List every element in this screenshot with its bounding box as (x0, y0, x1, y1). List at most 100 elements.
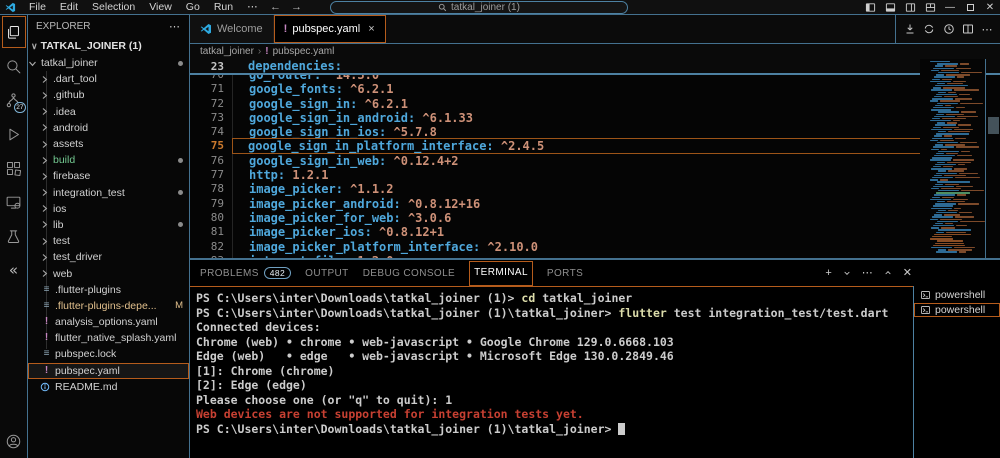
minimap-row (925, 87, 985, 88)
tree-item-ios[interactable]: ios (28, 201, 189, 217)
workspace-section[interactable]: ∨ TATKAL_JOINER (1) (28, 37, 189, 55)
restore-button[interactable] (960, 0, 980, 14)
terminal-dropdown-icon[interactable] (843, 269, 851, 277)
menu-go[interactable]: Go (179, 0, 207, 14)
tree-item-.dart_tool[interactable]: .dart_tool (28, 71, 189, 87)
tree-item-tatkal_joiner[interactable]: tatkal_joiner (28, 55, 189, 71)
tree-item-web[interactable]: web (28, 265, 189, 281)
explorer-sidebar: EXPLORER ⋯ ∨ TATKAL_JOINER (1) tatkal_jo… (28, 15, 190, 458)
more-actions-icon[interactable]: ⋯ (982, 23, 993, 36)
menu-view[interactable]: View (142, 0, 179, 14)
breadcrumb-folder[interactable]: tatkal_joiner (200, 46, 254, 57)
tree-item-integration_test[interactable]: integration_test (28, 185, 189, 201)
code-line-81[interactable]: 81image_picker_ios: ^0.8.12+1 (190, 225, 1000, 239)
activity-remote-explorer-icon[interactable] (0, 185, 28, 219)
sticky-scroll-line[interactable]: 23 dependencies: (190, 59, 1000, 75)
tree-item-.github[interactable]: .github (28, 87, 189, 103)
sticky-line-text: dependencies: (224, 59, 342, 73)
panel-tab-terminal[interactable]: TERMINAL (469, 261, 533, 286)
code-line-76[interactable]: 76google_sign_in_web: ^0.12.4+2 (190, 154, 1000, 168)
editor-tab-welcome[interactable]: Welcome (190, 15, 274, 43)
tree-item-flutter_native_splash.yaml[interactable]: !flutter_native_splash.yaml (28, 330, 189, 346)
tree-item-.flutter-plugins-depe...[interactable]: ≡.flutter-plugins-depe...M (28, 298, 189, 314)
tree-item-pubspec.yaml[interactable]: !pubspec.yaml (28, 363, 189, 379)
activity-extensions-icon[interactable] (0, 151, 28, 185)
panel-tab-debug-console[interactable]: DEBUG CONSOLE (363, 261, 455, 286)
tree-item-test_driver[interactable]: test_driver (28, 249, 189, 265)
maximize-panel-icon[interactable] (884, 269, 892, 277)
sidebar-more-actions-icon[interactable]: ⋯ (169, 20, 181, 33)
editor-tab-pubspec-yaml[interactable]: !pubspec.yaml× (274, 15, 386, 43)
minimap-row (925, 105, 985, 106)
editor-content[interactable]: 23 dependencies: 70go_router: ^14.3.071g… (190, 59, 1000, 258)
panel-tab-output[interactable]: OUTPUT (305, 261, 349, 286)
activity-run-debug-icon[interactable] (0, 117, 28, 151)
code-line-78[interactable]: 78image_picker: ^1.1.2 (190, 182, 1000, 196)
minimap-row (925, 140, 985, 141)
command-center-search[interactable]: tatkal_joiner (1) (330, 1, 628, 14)
tree-item-label: assets (51, 138, 183, 150)
activity-testing-icon[interactable] (0, 219, 28, 253)
breadcrumb-file[interactable]: pubspec.yaml (273, 46, 335, 57)
close-tab-icon[interactable]: × (368, 23, 374, 35)
tree-item-pubspec.lock[interactable]: ≡pubspec.lock (28, 346, 189, 362)
tree-item-firebase[interactable]: firebase (28, 168, 189, 184)
activity-account-icon[interactable] (0, 424, 28, 458)
terminal-instance-2[interactable]: powershell (914, 303, 1000, 318)
code-line-77[interactable]: 77http: 1.2.1 (190, 168, 1000, 182)
run-file-icon[interactable] (904, 23, 916, 35)
layout-secondary-sidebar-icon[interactable] (900, 0, 920, 14)
menu-edit[interactable]: Edit (53, 0, 85, 14)
tree-item-lib[interactable]: lib (28, 217, 189, 233)
split-editor-icon[interactable] (962, 23, 974, 35)
code-line-79[interactable]: 79image_picker_android: ^0.8.12+16 (190, 197, 1000, 211)
tree-item-android[interactable]: android (28, 120, 189, 136)
new-terminal-icon[interactable]: + (825, 267, 831, 279)
terminal-output[interactable]: PS C:\Users\inter\Downloads\tatkal_joine… (190, 286, 913, 458)
activity-source-control-icon[interactable]: 27 (0, 83, 28, 117)
minimize-button[interactable]: — (940, 0, 960, 14)
activity-flutter-icon[interactable]: « (0, 253, 28, 287)
tree-item-build[interactable]: build (28, 152, 189, 168)
close-button[interactable]: ✕ (980, 0, 1000, 14)
customize-layout-icon[interactable] (920, 0, 940, 14)
menu-selection[interactable]: Selection (85, 0, 142, 14)
code-line-72[interactable]: 72google_sign_in: ^6.2.1 (190, 97, 1000, 111)
panel-tabbar: PROBLEMS482 OUTPUT DEBUG CONSOLE TERMINAL PO… (190, 260, 1000, 286)
layout-sidebar-icon[interactable] (860, 0, 880, 14)
tree-item-analysis_options.yaml[interactable]: !analysis_options.yaml (28, 314, 189, 330)
workbench: 27 « EXPLORER ⋯ ∨ TATKAL_JOINER (1) tatka… (0, 15, 1000, 458)
timeline-clock-icon[interactable] (943, 23, 955, 35)
minimap[interactable] (920, 59, 985, 258)
tree-item-test[interactable]: test (28, 233, 189, 249)
code-line-74[interactable]: 74google_sign_in_ios: ^5.7.8 (190, 125, 1000, 139)
code-line-73[interactable]: 73google_sign_in_android: ^6.1.33 (190, 111, 1000, 125)
menu-run[interactable]: Run (207, 0, 240, 14)
sync-icon[interactable] (923, 23, 935, 35)
minimap-row (925, 227, 985, 228)
menu-file[interactable]: File (22, 0, 53, 14)
panel-more-icon[interactable]: ⋯ (862, 267, 873, 279)
panel-tab-ports[interactable]: PORTS (547, 261, 583, 286)
code-line-75[interactable]: 75google_sign_in_platform_interface: ^2.… (190, 139, 1000, 153)
code-line-71[interactable]: 71google_fonts: ^6.2.1 (190, 82, 1000, 96)
terminal-instance-label: powershell (935, 289, 985, 301)
activity-search-icon[interactable] (0, 49, 28, 83)
close-panel-icon[interactable]: ✕ (903, 267, 912, 279)
forward-icon[interactable]: → (291, 0, 302, 14)
tree-item-README.md[interactable]: README.md (28, 379, 189, 395)
code-line-82[interactable]: 82image_picker_platform_interface: ^2.10… (190, 240, 1000, 254)
editor-scrollbar[interactable] (985, 59, 1000, 258)
code-line-80[interactable]: 80image_picker_for_web: ^3.0.6 (190, 211, 1000, 225)
back-icon[interactable]: ← (270, 0, 281, 14)
activity-explorer-icon[interactable] (0, 15, 28, 49)
menu-[interactable]: ⋯ (240, 0, 265, 14)
scrollbar-thumb[interactable] (988, 117, 999, 134)
panel-tab-problems[interactable]: PROBLEMS482 (200, 261, 291, 286)
tree-item-.flutter-plugins[interactable]: ≡.flutter-plugins (28, 282, 189, 298)
terminal-instance-1[interactable]: powershell (914, 288, 1000, 303)
tree-item-.idea[interactable]: .idea (28, 104, 189, 120)
minimap-row (925, 159, 985, 160)
tree-item-assets[interactable]: assets (28, 136, 189, 152)
layout-panel-icon[interactable] (880, 0, 900, 14)
